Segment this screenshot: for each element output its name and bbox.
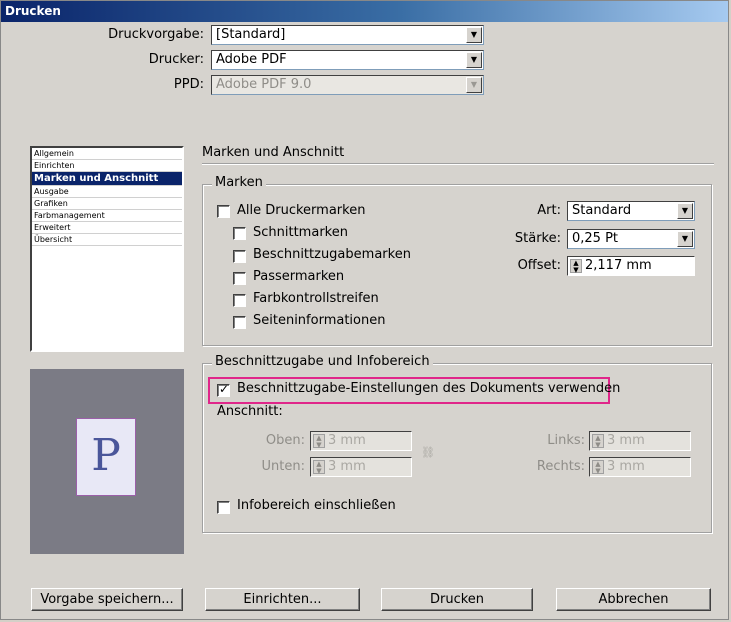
links-label: Links: [547,433,585,448]
preview-page: P [76,418,136,496]
print-dialog: Drucken Druckvorgabe: [Standard] ▼ Druck… [0,0,729,620]
oben-input[interactable]: ▲ ▼ 3 mm [310,431,412,451]
links-value: 3 mm [607,433,645,448]
farbkontrollstreifen-checkbox[interactable] [233,294,246,307]
passermarken-checkbox[interactable] [233,272,246,285]
rechts-input[interactable]: ▲ ▼ 3 mm [589,457,691,477]
schnittmarken-checkbox[interactable] [233,227,246,240]
chevron-down-icon[interactable]: ▼ [677,203,693,219]
rechts-value: 3 mm [607,459,645,474]
stepper-icon: ▲ ▼ [313,434,325,449]
use-document-bleed-checkbox[interactable]: ✓ [217,382,230,397]
links-input[interactable]: ▲ ▼ 3 mm [589,431,691,451]
druckvorgabe-value: [Standard] [216,27,286,42]
anschnitt-label: Anschnitt: [217,404,283,419]
beschnittzugabemarken-label: Beschnittzugabemarken [253,247,411,262]
page-preview: P [30,369,184,554]
chevron-down-icon[interactable]: ▼ [466,52,482,68]
preview-letter: P [91,430,121,481]
offset-input[interactable]: ▲ ▼ 2,117 mm [567,256,695,276]
stepper-icon: ▲ ▼ [313,460,325,475]
infobereich-label: Infobereich einschließen [237,498,396,513]
window-title: Drucken [1,1,728,22]
print-button[interactable]: Drucken [381,588,533,611]
drucker-select[interactable]: Adobe PDF ▼ [211,50,484,70]
offset-value: 2,117 mm [585,258,652,273]
schnittmarken-label: Schnittmarken [253,225,348,240]
art-select[interactable]: Standard ▼ [567,201,695,221]
ppd-label: PPD: [173,77,204,92]
sidebar-item-uebersicht[interactable]: Übersicht [32,234,182,246]
staerke-select[interactable]: 0,25 Pt ▼ [567,229,695,249]
sidebar-item-erweitert[interactable]: Erweitert [32,222,182,234]
marken-group-label: Marken [212,175,266,190]
art-label: Art: [537,203,561,218]
chevron-down-icon[interactable]: ▼ [677,231,693,247]
oben-value: 3 mm [328,433,366,448]
beschnitt-group-label: Beschnittzugabe und Infobereich [212,354,433,369]
sidebar-item-marken-und-anschnitt[interactable]: Marken und Anschnitt [32,172,182,186]
sidebar-item-einrichten[interactable]: Einrichten [32,160,182,172]
unten-label: Unten: [261,459,305,474]
staerke-label: Stärke: [514,231,561,246]
use-document-bleed-label: Beschnittzugabe-Einstellungen des Dokume… [237,381,621,396]
ppd-select[interactable]: Adobe PDF 9.0 ▼ [211,75,484,95]
seiteninformationen-label: Seiteninformationen [253,313,386,328]
sidebar-item-farbmanagement[interactable]: Farbmanagement [32,210,182,222]
cancel-button[interactable]: Abbrechen [556,588,711,611]
offset-label: Offset: [517,258,561,273]
stepper-icon[interactable]: ▲ ▼ [570,259,582,274]
seiteninformationen-checkbox[interactable] [233,316,246,329]
staerke-value: 0,25 Pt [572,231,619,246]
chevron-down-icon[interactable]: ▼ [466,27,482,43]
sidebar-item-allgemein[interactable]: Allgemein [32,148,182,160]
oben-label: Oben: [265,433,305,448]
alle-druckermarken-checkbox[interactable] [217,205,230,218]
beschnittzugabemarken-checkbox[interactable] [233,250,246,263]
sidebar-item-ausgabe[interactable]: Ausgabe [32,186,182,198]
stepper-icon: ▲ ▼ [592,460,604,475]
category-list[interactable]: Allgemein Einrichten Marken und Anschnit… [30,146,184,352]
checkmark-icon: ✓ [219,382,230,396]
ppd-value: Adobe PDF 9.0 [216,77,312,92]
infobereich-checkbox[interactable] [217,501,230,514]
section-divider [202,163,714,165]
druckvorgabe-label: Druckvorgabe: [108,27,204,42]
druckvorgabe-select[interactable]: [Standard] ▼ [211,25,484,45]
farbkontrollstreifen-label: Farbkontrollstreifen [253,291,379,306]
sidebar-item-grafiken[interactable]: Grafiken [32,198,182,210]
stepper-icon: ▲ ▼ [592,434,604,449]
setup-button[interactable]: Einrichten... [205,588,360,611]
art-value: Standard [572,203,632,218]
passermarken-label: Passermarken [253,269,345,284]
chain-link-icon: ⛓ [421,446,435,459]
rechts-label: Rechts: [536,459,585,474]
section-title: Marken und Anschnitt [202,145,345,160]
save-preset-button[interactable]: Vorgabe speichern... [31,588,183,611]
chevron-down-icon: ▼ [466,77,482,93]
drucker-value: Adobe PDF [216,52,287,67]
unten-input[interactable]: ▲ ▼ 3 mm [310,457,412,477]
unten-value: 3 mm [328,459,366,474]
alle-druckermarken-label: Alle Druckermarken [237,203,366,218]
drucker-label: Drucker: [148,52,204,67]
